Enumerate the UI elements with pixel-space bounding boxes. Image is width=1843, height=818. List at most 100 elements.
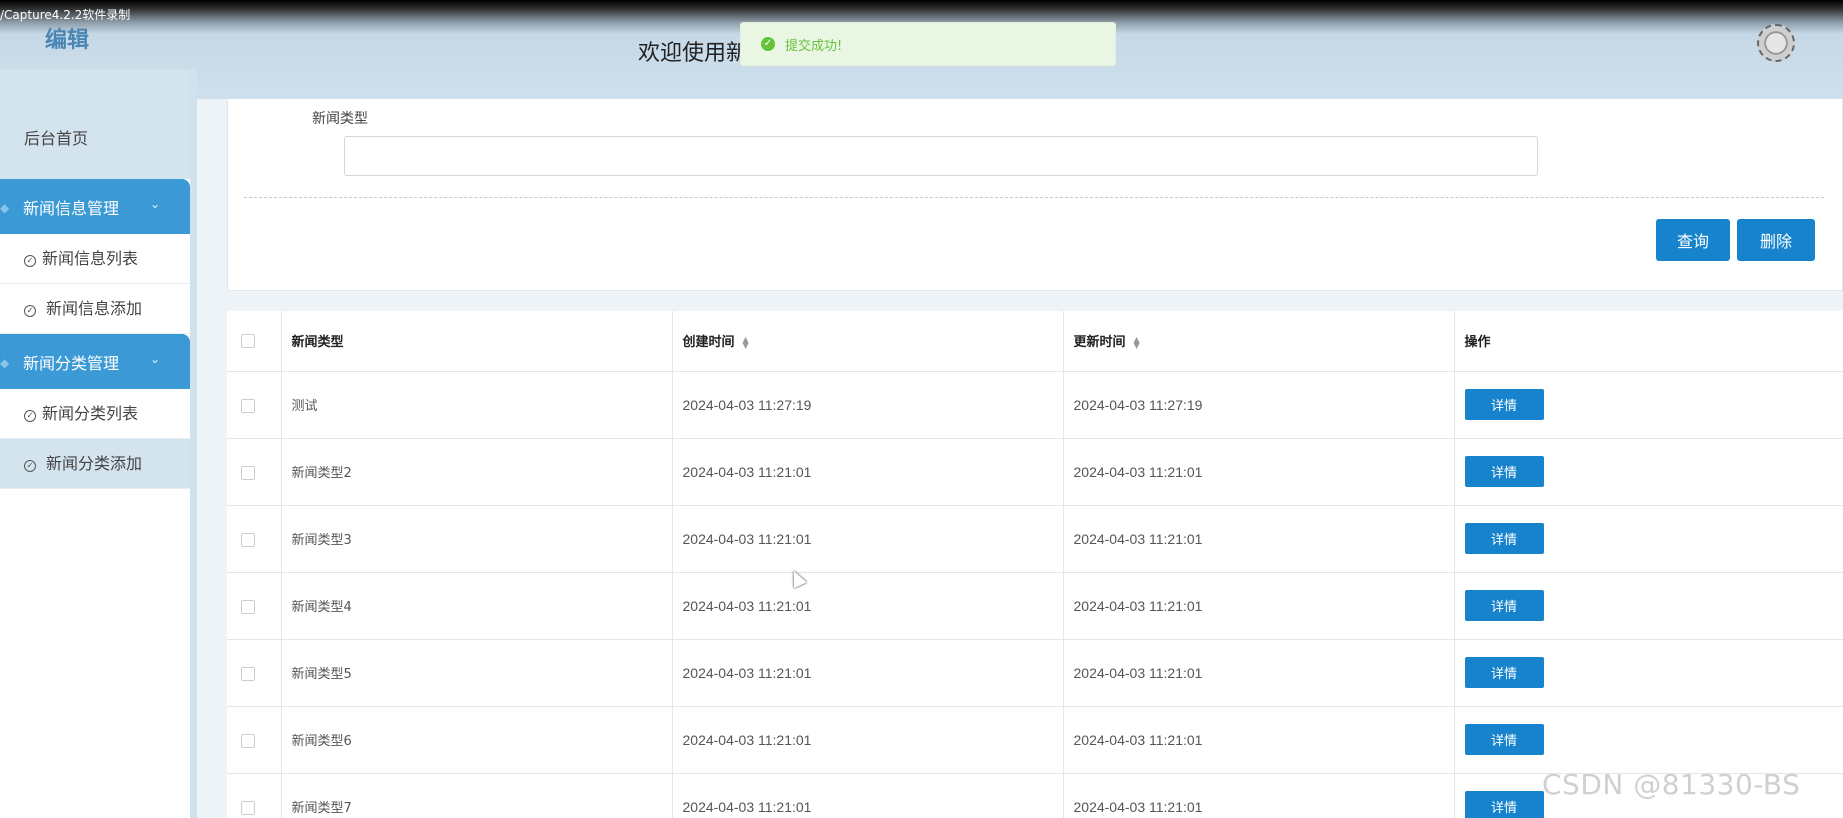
- search-label: 新闻类型: [312, 111, 368, 127]
- column-header-updated[interactable]: 更新时间 ▲ ▼: [1063, 311, 1455, 372]
- check-circle-icon: ✓: [24, 305, 36, 317]
- diamond-icon: ◆: [0, 355, 10, 370]
- cell-actions: 详情: [1454, 505, 1843, 573]
- row-checkbox[interactable]: [241, 465, 255, 480]
- cell-actions: 详情: [1454, 572, 1843, 640]
- cell-created-time: 2024-04-03 11:21:01: [672, 438, 1064, 506]
- sidebar-item-category-add[interactable]: ✓ 新闻分类添加: [0, 439, 190, 489]
- query-button[interactable]: 查询: [1656, 219, 1730, 261]
- row-select-cell: [227, 572, 282, 640]
- table-body: 测试 2024-04-03 11:27:19 2024-04-03 11:27:19…: [227, 371, 1843, 818]
- table-row: 新闻类型3 2024-04-03 11:21:01 2024-04-03 11:21…: [227, 505, 1843, 573]
- column-label: 更新时间: [1073, 335, 1126, 351]
- table-row: 测试 2024-04-03 11:27:19 2024-04-03 11:27:19…: [227, 371, 1843, 439]
- row-checkbox[interactable]: [241, 398, 255, 413]
- chevron-down-icon: ⌄: [150, 352, 161, 366]
- sidebar-item-home[interactable]: 后台首页: [0, 99, 190, 179]
- cell-actions: 详情: [1454, 706, 1843, 774]
- sidebar-spacer: [0, 69, 190, 99]
- cell-news-type: 新闻类型6: [281, 706, 673, 774]
- row-select-cell: [227, 773, 282, 818]
- cell-news-type: 新闻类型2: [281, 438, 673, 506]
- recorder-watermark: /Capture4.2.2软件录制: [0, 8, 131, 22]
- sidebar-group-news-info[interactable]: ◆ 新闻信息管理 ⌄: [0, 179, 190, 234]
- row-checkbox[interactable]: [241, 666, 255, 681]
- divider: [244, 197, 1824, 198]
- sort-icon[interactable]: ▲ ▼: [1134, 335, 1140, 349]
- sidebar-item-label: 新闻分类添加: [46, 454, 143, 473]
- row-checkbox[interactable]: [241, 733, 255, 748]
- table-row: 新闻类型4 2024-04-03 11:21:01 2024-04-03 11:21…: [227, 572, 1843, 640]
- main-content: 新闻类型 查询 删除 新闻类型 创建时间 ▲ ▼ 更新时间 ▲ ▼ 操作 测试 …: [197, 99, 1843, 818]
- cell-created-time: 2024-04-03 11:27:19: [672, 371, 1064, 439]
- sidebar-item-label: 新闻信息添加: [46, 299, 143, 318]
- sidebar: 后台首页 ◆ 新闻信息管理 ⌄ ✓ 新闻信息列表 ✓ 新闻信息添加 ◆ 新闻分类管理…: [0, 69, 197, 818]
- table-row: 新闻类型2 2024-04-03 11:21:01 2024-04-03 11:21…: [227, 438, 1843, 506]
- cell-created-time: 2024-04-03 11:21:01: [672, 773, 1064, 818]
- cell-news-type: 新闻类型5: [281, 639, 673, 707]
- cell-updated-time: 2024-04-03 11:21:01: [1063, 438, 1455, 506]
- sidebar-group-label: 新闻信息管理: [23, 198, 120, 218]
- cell-actions: 详情: [1454, 371, 1843, 439]
- diamond-icon: ◆: [0, 200, 10, 215]
- chevron-down-icon: ⌄: [150, 197, 161, 211]
- cell-updated-time: 2024-04-03 11:21:01: [1063, 639, 1455, 707]
- cell-news-type: 新闻类型3: [281, 505, 673, 573]
- sidebar-item-category-list[interactable]: ✓ 新闻分类列表: [0, 389, 190, 439]
- cell-news-type: 新闻类型7: [281, 773, 673, 818]
- detail-button[interactable]: 详情: [1464, 791, 1544, 818]
- row-select-cell: [227, 371, 282, 439]
- row-select-cell: [227, 438, 282, 506]
- row-checkbox[interactable]: [241, 532, 255, 547]
- top-header: /Capture4.2.2软件录制 编辑 欢迎使用新 ✓ 提交成功!: [0, 0, 1843, 99]
- table-header-row: 新闻类型 创建时间 ▲ ▼ 更新时间 ▲ ▼ 操作: [227, 311, 1843, 372]
- cell-updated-time: 2024-04-03 11:21:01: [1063, 572, 1455, 640]
- news-type-input[interactable]: [344, 136, 1538, 176]
- check-circle-icon: ✓: [24, 460, 36, 472]
- detail-button[interactable]: 详情: [1464, 724, 1544, 755]
- avatar[interactable]: [1757, 24, 1795, 62]
- sidebar-item-label: 新闻分类列表: [42, 404, 139, 423]
- check-circle-icon: ✓: [761, 37, 775, 51]
- check-circle-icon: ✓: [24, 255, 36, 267]
- detail-button[interactable]: 详情: [1464, 523, 1544, 554]
- search-panel: 新闻类型 查询 删除: [227, 99, 1843, 291]
- cell-news-type: 新闻类型4: [281, 572, 673, 640]
- detail-button[interactable]: 详情: [1464, 590, 1544, 621]
- sidebar-group-label: 新闻分类管理: [23, 353, 120, 373]
- row-checkbox[interactable]: [241, 599, 255, 614]
- table-row: 新闻类型5 2024-04-03 11:21:01 2024-04-03 11:21…: [227, 639, 1843, 707]
- sidebar-item-news-add[interactable]: ✓ 新闻信息添加: [0, 284, 190, 334]
- cell-created-time: 2024-04-03 11:21:01: [672, 639, 1064, 707]
- check-circle-icon: ✓: [24, 410, 36, 422]
- detail-button[interactable]: 详情: [1464, 389, 1544, 420]
- logo-text: 编辑: [45, 28, 90, 53]
- cell-actions: 详情: [1454, 438, 1843, 506]
- column-header-created[interactable]: 创建时间 ▲ ▼: [672, 311, 1064, 372]
- detail-button[interactable]: 详情: [1464, 456, 1544, 487]
- sidebar-group-news-category[interactable]: ◆ 新闻分类管理 ⌄: [0, 334, 190, 389]
- success-toast: ✓ 提交成功!: [740, 22, 1116, 66]
- cell-created-time: 2024-04-03 11:21:01: [672, 572, 1064, 640]
- cell-actions: 详情: [1454, 639, 1843, 707]
- cell-updated-time: 2024-04-03 11:21:01: [1063, 773, 1455, 818]
- cell-created-time: 2024-04-03 11:21:01: [672, 505, 1064, 573]
- sidebar-item-news-list[interactable]: ✓ 新闻信息列表: [0, 234, 190, 284]
- select-all-checkbox[interactable]: [241, 333, 255, 348]
- column-label: 创建时间: [682, 335, 735, 351]
- detail-button[interactable]: 详情: [1464, 657, 1544, 688]
- row-select-cell: [227, 639, 282, 707]
- toast-message: 提交成功!: [785, 38, 843, 54]
- csdn-watermark: CSDN @81330-BS: [1542, 768, 1801, 801]
- row-checkbox[interactable]: [241, 800, 255, 815]
- sort-icon[interactable]: ▲ ▼: [743, 335, 749, 349]
- cell-updated-time: 2024-04-03 11:21:01: [1063, 505, 1455, 573]
- row-select-cell: [227, 505, 282, 573]
- column-header-actions: 操作: [1454, 311, 1843, 372]
- row-select-cell: [227, 706, 282, 774]
- cell-created-time: 2024-04-03 11:21:01: [672, 706, 1064, 774]
- welcome-title: 欢迎使用新: [638, 41, 740, 66]
- table-row: 新闻类型6 2024-04-03 11:21:01 2024-04-03 11:21…: [227, 706, 1843, 774]
- delete-button[interactable]: 删除: [1737, 219, 1815, 261]
- cell-news-type: 测试: [281, 371, 673, 439]
